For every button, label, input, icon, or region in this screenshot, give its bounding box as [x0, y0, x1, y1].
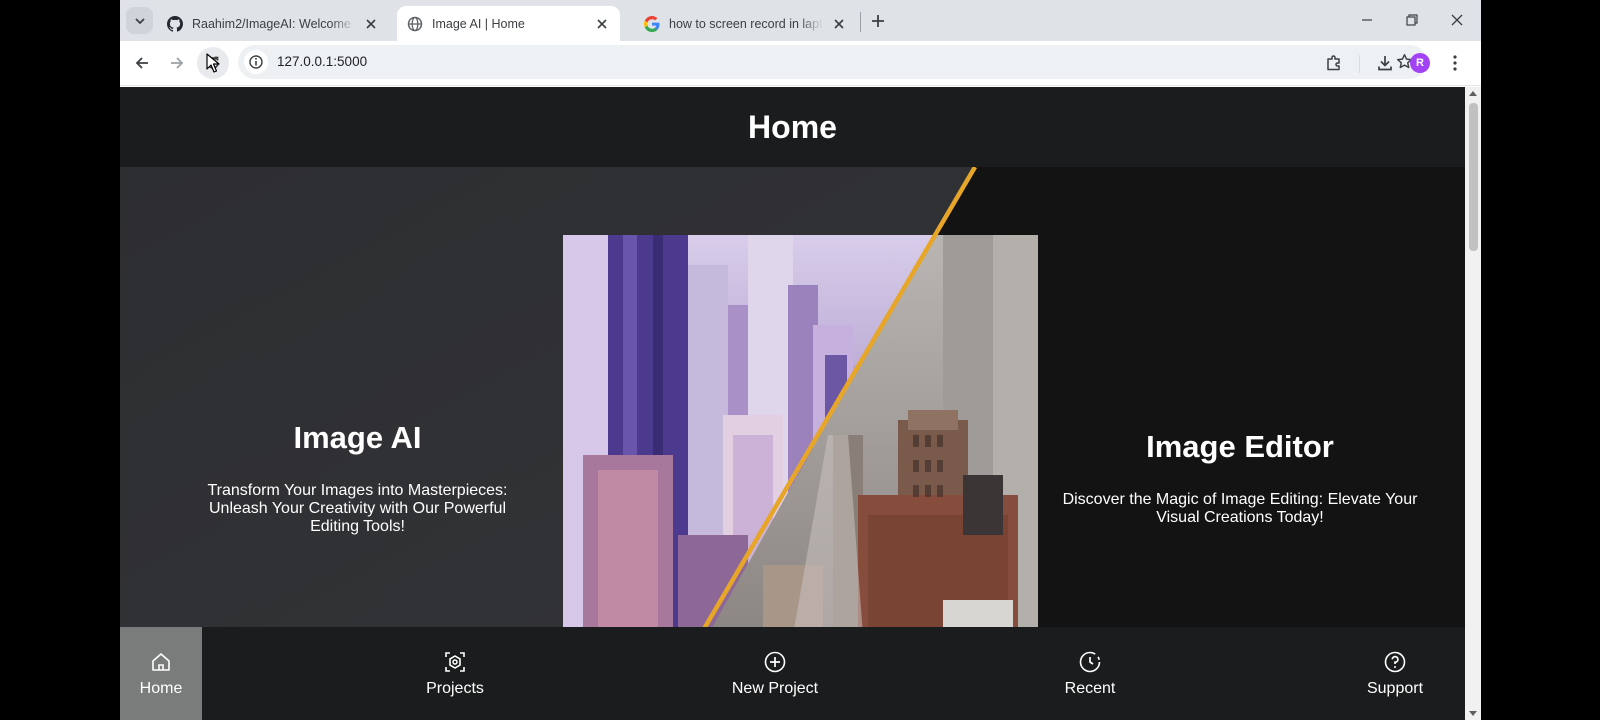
browser-window: Raahim2/ImageAI: Welcome to Image AI | H…: [120, 0, 1481, 720]
more-vertical-icon: [1453, 55, 1457, 71]
page-header: Home: [120, 87, 1465, 167]
minimize-button[interactable]: [1345, 6, 1389, 34]
tab-image-ai-home[interactable]: Image AI | Home: [397, 6, 620, 41]
projects-icon: [442, 649, 468, 675]
extensions-icon[interactable]: [1320, 49, 1348, 77]
google-icon: [644, 15, 660, 32]
image-ai-description: Transform Your Images into Masterpieces:…: [207, 482, 508, 535]
close-icon[interactable]: [363, 16, 379, 32]
menu-button[interactable]: [1441, 49, 1469, 77]
nav-label: Recent: [1064, 680, 1116, 697]
back-button[interactable]: [126, 47, 158, 79]
browser-toolbar: 127.0.0.1:5000 R: [120, 41, 1481, 86]
new-tab-button[interactable]: [867, 10, 889, 32]
tab-title: Raahim2/ImageAI: Welcome to: [192, 16, 355, 31]
scrollbar-thumb[interactable]: [1469, 103, 1478, 251]
nav-label: Projects: [426, 680, 484, 697]
site-info-icon[interactable]: [244, 50, 268, 74]
arrow-right-icon: [171, 57, 184, 69]
arrow-left-icon: [135, 57, 148, 69]
globe-icon: [407, 16, 423, 32]
downloads-icon[interactable]: [1371, 49, 1399, 77]
scroll-down-arrow[interactable]: [1469, 711, 1477, 716]
image-editor-panel: Image Editor Discover the Magic of Image…: [1060, 429, 1420, 527]
close-icon[interactable]: [594, 16, 610, 32]
mouse-cursor-icon: [206, 53, 220, 73]
tab-github[interactable]: Raahim2/ImageAI: Welcome to: [157, 6, 389, 41]
tab-strip: Raahim2/ImageAI: Welcome to Image AI | H…: [120, 0, 1481, 41]
page-scrollbar[interactable]: [1465, 87, 1481, 720]
history-icon: [1077, 649, 1103, 675]
image-editor-description: Discover the Magic of Image Editing: Ele…: [1062, 491, 1418, 526]
chevron-down-icon: [134, 17, 145, 24]
minimize-icon: [1362, 19, 1372, 21]
help-circle-icon: [1382, 649, 1408, 675]
restore-icon: [1406, 14, 1418, 26]
tab-separator: [860, 12, 861, 32]
bottom-navigation: Home Projects New Project Recent Support: [120, 627, 1465, 720]
nav-item-recent[interactable]: Recent: [1050, 627, 1130, 720]
tab-google-search[interactable]: how to screen record in laptop: [634, 6, 857, 41]
close-icon[interactable]: [831, 16, 847, 32]
home-icon: [148, 649, 174, 675]
nav-item-home[interactable]: Home: [120, 627, 202, 720]
nav-label: New Project: [731, 680, 819, 697]
close-icon: [1451, 14, 1463, 26]
close-window-button[interactable]: [1435, 6, 1479, 34]
tab-title: Image AI | Home: [432, 16, 525, 31]
nav-item-support[interactable]: Support: [1355, 627, 1435, 720]
url-text: 127.0.0.1:5000: [277, 54, 368, 69]
address-bar[interactable]: 127.0.0.1:5000: [238, 45, 1427, 79]
hero-section: Image AI Transform Your Images into Mast…: [120, 167, 1465, 635]
restore-button[interactable]: [1390, 6, 1434, 34]
city-image: [563, 235, 1038, 635]
nav-item-new-project[interactable]: New Project: [720, 627, 830, 720]
page-title: Home: [748, 108, 837, 145]
avatar: R: [1410, 53, 1430, 73]
nav-label: Home: [139, 680, 183, 697]
image-ai-panel: Image AI Transform Your Images into Mast…: [200, 420, 515, 536]
page-viewport: Home Image AI Transform Your Images into…: [120, 87, 1465, 720]
forward-button[interactable]: [161, 47, 193, 79]
nav-label: Support: [1366, 680, 1424, 697]
tab-title: how to screen record in laptop: [669, 16, 823, 31]
profile-avatar[interactable]: R: [1406, 49, 1434, 77]
plus-icon: [872, 15, 884, 27]
image-ai-title: Image AI: [293, 420, 422, 455]
tab-search-button[interactable]: [126, 7, 153, 34]
scroll-up-arrow[interactable]: [1469, 91, 1477, 96]
nav-item-projects[interactable]: Projects: [410, 627, 500, 720]
toolbar-separator: [1359, 55, 1360, 73]
plus-circle-icon: [762, 649, 788, 675]
github-icon: [167, 15, 183, 32]
image-editor-title: Image Editor: [1146, 429, 1334, 464]
